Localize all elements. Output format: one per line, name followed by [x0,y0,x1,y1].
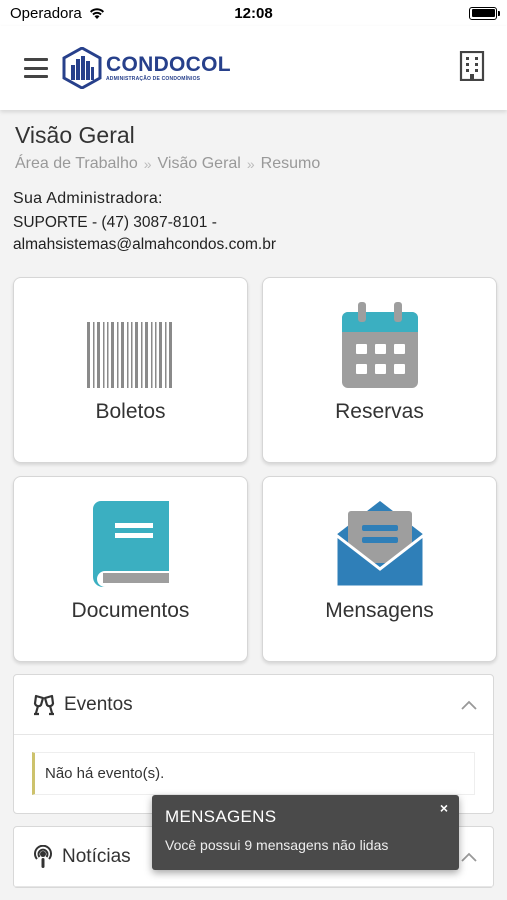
events-panel-header[interactable]: Eventos [14,675,493,735]
events-panel: Eventos Não há evento(s). [13,674,494,814]
tile-label: Mensagens [325,599,434,622]
barcode-icon [86,322,172,388]
chevron-up-icon[interactable] [461,700,477,710]
admin-email[interactable]: almahsistemas@almahcondos.com.br [13,234,494,256]
clock: 12:08 [234,5,273,22]
shortcut-grid: Boletos Reservas Documentos Mensagens [13,277,497,662]
cheers-icon [33,694,55,715]
logo-emblem-icon [62,47,102,89]
hamburger-menu-icon[interactable] [24,58,48,78]
breadcrumb-separator-icon: » [246,156,255,172]
wifi-icon [89,8,104,19]
book-icon [92,501,169,587]
news-panel-title: Notícias [62,845,131,867]
admin-info: SUPORTE - (47) 3087-8101 - almahsistemas… [13,212,494,256]
main-content: Visão Geral Área de Trabalho » Visão Ger… [0,110,507,888]
documentos-tile[interactable]: Documentos [13,476,248,662]
events-empty-message: Não há evento(s). [32,752,475,795]
app-bar: CONDOCOL ADMINISTRAÇÃO DE CONDOMÍNIOS [0,26,507,110]
events-panel-title: Eventos [64,693,133,715]
tile-label: Reservas [335,400,424,423]
breadcrumb: Área de Trabalho » Visão Geral » Resumo [15,155,494,173]
logo-title: CONDOCOL [106,53,231,76]
toast-title: MENSAGENS [165,807,277,826]
boletos-tile[interactable]: Boletos [13,277,248,463]
logo-subtitle: ADMINISTRAÇÃO DE CONDOMÍNIOS [106,76,201,82]
tile-label: Documentos [71,599,190,622]
podcast-icon [34,844,52,868]
tile-label: Boletos [95,400,166,423]
breadcrumb-item-workspace[interactable]: Área de Trabalho [15,155,138,173]
reservas-tile[interactable]: Reservas [262,277,497,463]
breadcrumb-separator-icon: » [143,156,152,172]
company-logo: CONDOCOL ADMINISTRAÇÃO DE CONDOMÍNIOS [62,47,231,89]
admin-label: Sua Administradora: [13,190,163,207]
open-envelope-icon [335,501,424,587]
mensagens-tile[interactable]: Mensagens [262,476,497,662]
toast-message: Você possui 9 mensagens não lidas [165,837,389,853]
chevron-up-icon[interactable] [461,852,477,862]
building-icon[interactable] [459,50,485,86]
page-title: Visão Geral [15,122,135,148]
battery-icon [469,6,500,20]
close-icon[interactable]: × [440,800,448,816]
admin-contact-line: SUPORTE - (47) 3087-8101 - [13,214,217,231]
messages-toast[interactable]: MENSAGENS Você possui 9 mensagens não li… [152,795,459,870]
breadcrumb-item-overview[interactable]: Visão Geral [158,155,241,173]
status-bar: Operadora 12:08 [0,0,507,26]
breadcrumb-item-summary: Resumo [260,155,321,172]
carrier-label: Operadora [10,4,82,22]
calendar-icon [341,302,418,388]
